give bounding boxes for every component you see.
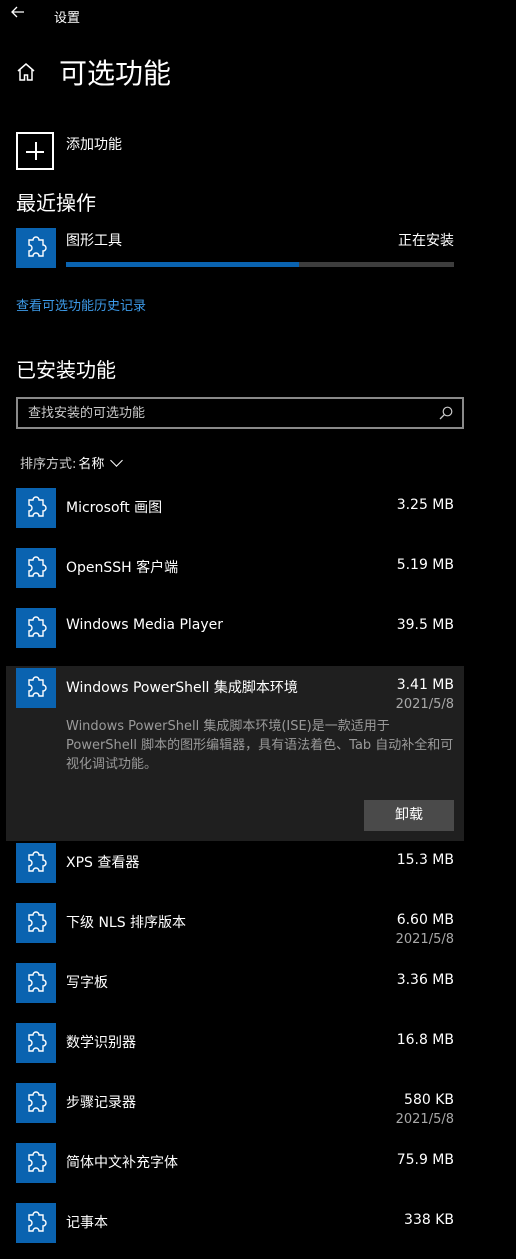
recent-feature-name: 图形工具 xyxy=(66,233,122,249)
search-input[interactable] xyxy=(28,404,428,422)
puzzle-icon xyxy=(16,228,56,268)
view-history-link[interactable]: 查看可选功能历史记录 xyxy=(16,295,146,314)
feature-name[interactable]: OpenSSH 客户端 xyxy=(66,557,178,577)
feature-name[interactable]: 记事本 xyxy=(66,1212,108,1232)
sort-value: 名称 xyxy=(78,457,105,472)
puzzle-icon xyxy=(16,1203,56,1243)
feature-size: 3.36 MB xyxy=(396,972,454,988)
title-bar: 设置 xyxy=(0,0,516,32)
back-arrow-icon[interactable] xyxy=(8,4,28,24)
feature-name[interactable]: 简体中文补充字体 xyxy=(66,1152,178,1172)
install-progress-bar xyxy=(66,262,454,267)
feature-name[interactable]: Windows Media Player xyxy=(66,617,223,633)
puzzle-icon xyxy=(16,608,56,648)
feature-size: 580 KB xyxy=(404,1092,454,1108)
puzzle-icon xyxy=(16,1143,56,1183)
feature-size: 75.9 MB xyxy=(396,1152,454,1168)
feature-size: 16.8 MB xyxy=(396,1032,454,1048)
puzzle-icon xyxy=(16,903,56,943)
feature-name[interactable]: XPS 查看器 xyxy=(66,852,139,872)
page-title: 可选功能 xyxy=(59,57,172,90)
feature-name[interactable]: 写字板 xyxy=(66,972,108,992)
search-box[interactable] xyxy=(16,397,464,429)
add-feature-label[interactable]: 添加功能 xyxy=(66,134,122,154)
feature-size: 5.19 MB xyxy=(396,557,454,573)
uninstall-button[interactable]: 卸载 xyxy=(364,800,454,831)
feature-size: 338 KB xyxy=(404,1212,454,1228)
feature-description: Windows PowerShell 集成脚本环境(ISE)是一款适用于 Pow… xyxy=(66,719,454,772)
search-icon[interactable] xyxy=(438,405,454,421)
sort-label: 排序方式: xyxy=(20,457,77,472)
add-feature-button[interactable] xyxy=(16,132,54,170)
feature-install-date: 2021/5/8 xyxy=(395,932,454,947)
installed-features-heading: 已安装功能 xyxy=(16,358,116,382)
feature-size: 3.25 MB xyxy=(396,497,454,513)
puzzle-icon xyxy=(16,963,56,1003)
recent-feature-status: 正在安装 xyxy=(398,233,454,249)
feature-name[interactable]: 数学识别器 xyxy=(66,1032,136,1052)
feature-install-date: 2021/5/8 xyxy=(395,697,454,712)
feature-size: 39.5 MB xyxy=(396,617,454,633)
feature-name[interactable]: 下级 NLS 排序版本 xyxy=(66,912,186,932)
feature-size: 6.60 MB xyxy=(396,912,454,928)
puzzle-icon xyxy=(16,1083,56,1123)
install-progress-fill xyxy=(66,262,299,267)
feature-install-date: 2021/5/8 xyxy=(395,1112,454,1127)
puzzle-icon xyxy=(16,1023,56,1063)
app-title: 设置 xyxy=(54,11,81,26)
sort-dropdown[interactable]: 排序方式: 名称 xyxy=(20,453,124,472)
chevron-down-icon xyxy=(110,454,124,467)
puzzle-icon xyxy=(16,843,56,883)
feature-name[interactable]: Windows PowerShell 集成脚本环境 xyxy=(66,677,298,697)
feature-size: 3.41 MB xyxy=(396,677,454,693)
feature-name[interactable]: Microsoft 画图 xyxy=(66,497,162,517)
home-icon[interactable] xyxy=(14,60,38,84)
feature-name[interactable]: 步骤记录器 xyxy=(66,1092,136,1112)
puzzle-icon xyxy=(16,488,56,528)
puzzle-icon xyxy=(16,668,56,708)
recent-actions-heading: 最近操作 xyxy=(16,191,96,215)
puzzle-icon xyxy=(16,548,56,588)
feature-size: 15.3 MB xyxy=(396,852,454,868)
